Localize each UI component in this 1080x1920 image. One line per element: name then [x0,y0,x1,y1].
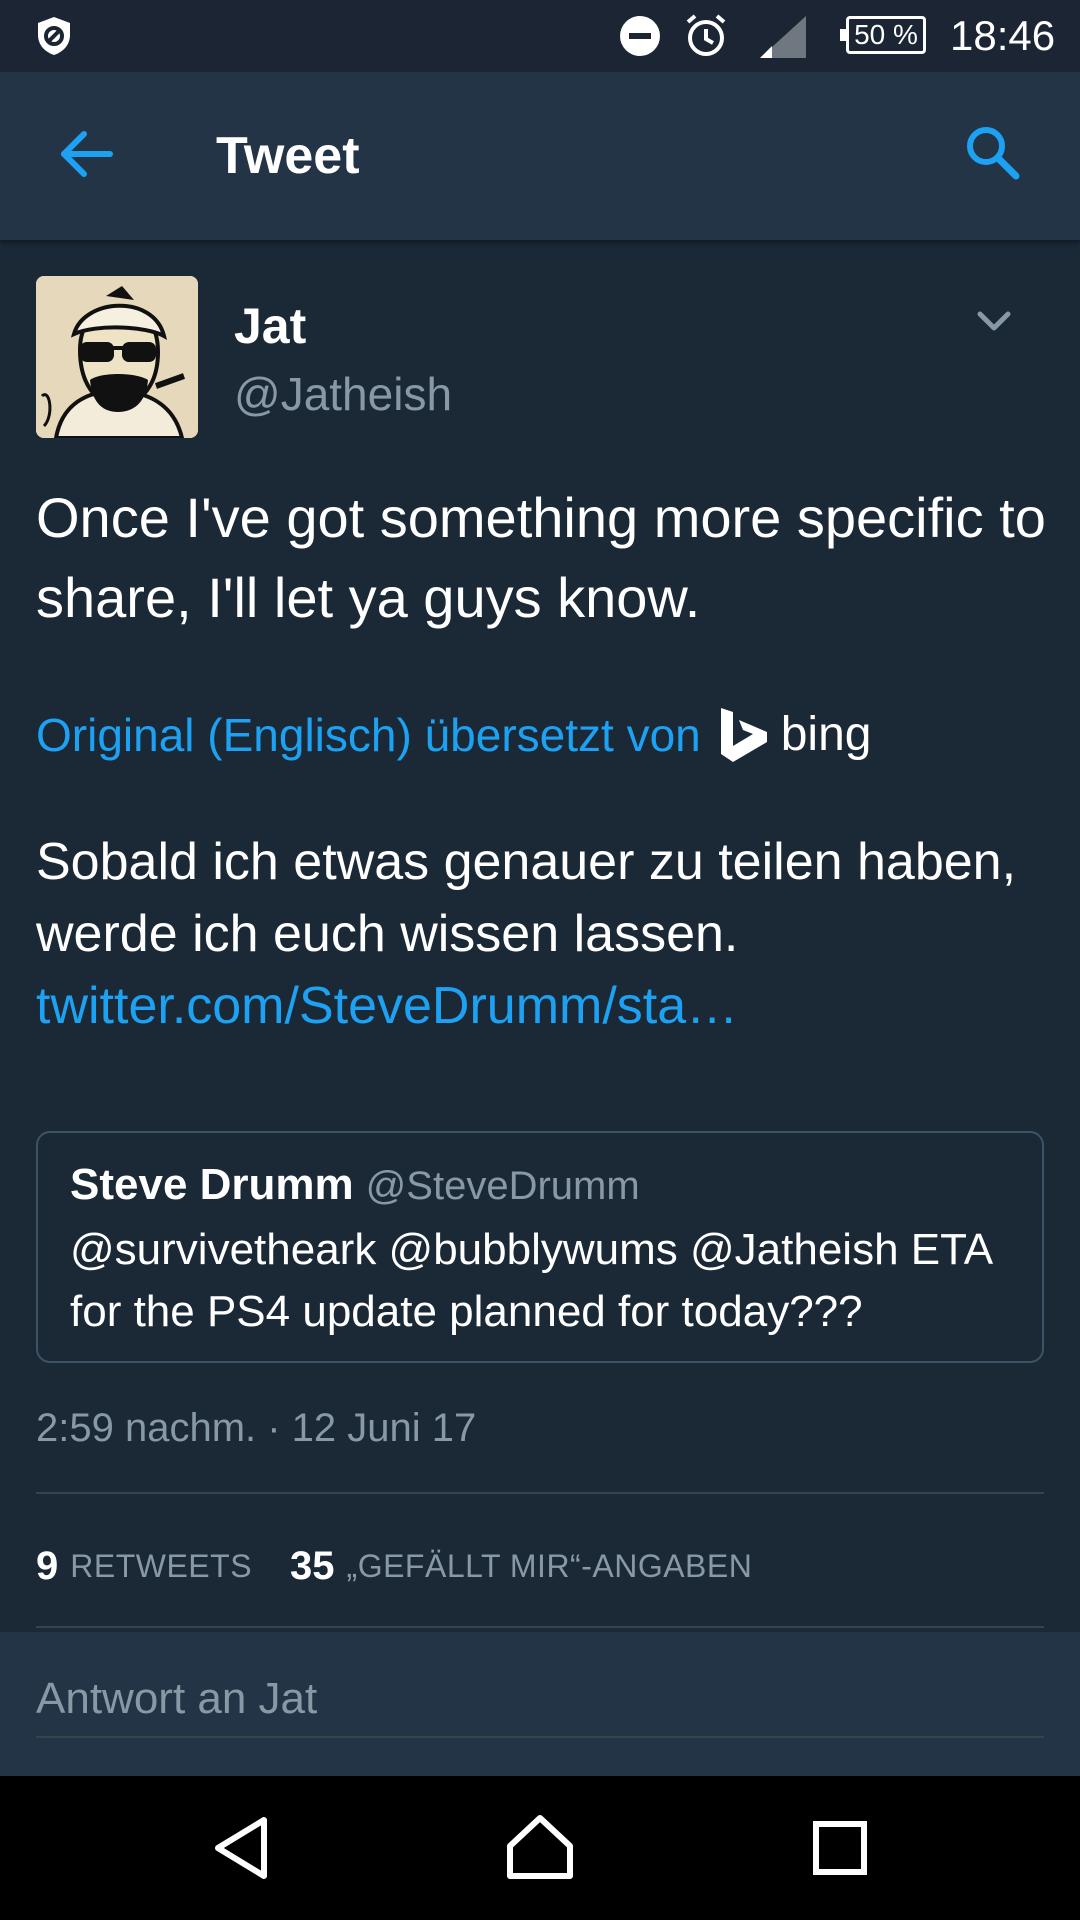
bing-logo: bing [719,700,872,770]
reply-input[interactable] [36,1662,1044,1738]
do-not-disturb-icon [620,16,660,56]
likes-label[interactable]: „GEFÄLLT MIR“-ANGABEN [347,1548,753,1585]
avatar[interactable] [36,276,198,438]
quoted-tweet-header: Steve Drumm @SteveDrumm [70,1157,640,1223]
author-name[interactable]: Jat [234,296,306,356]
status-bar: 50 % 18:46 [0,0,1080,72]
tweet-text: Once I've got something more specific to… [36,486,1046,629]
author-handle[interactable]: @Jatheish [234,366,452,422]
home-nav-icon[interactable] [504,1812,576,1884]
quoted-author-handle: @SteveDrumm [365,1164,640,1208]
app-bar: Tweet [0,72,1080,240]
tweet-link[interactable]: twitter.com/SteveDrumm/sta… [36,970,1046,1042]
translation-text: Sobald ich etwas genauer zu teilen haben… [36,833,1017,963]
tweet-timestamp: 2:59 nachm. · 12 Juni 17 [36,1406,477,1450]
divider [36,1492,1044,1494]
translation-attribution: Original (Englisch) übersetzt von bing [36,700,871,770]
battery-icon: 50 % [840,16,926,54]
back-nav-icon[interactable] [206,1812,278,1884]
search-icon[interactable] [962,122,1022,182]
back-button[interactable] [56,124,116,184]
avatar-illustration [36,276,198,438]
quoted-tweet-text: @survivetheark @bubblywums @Jatheish ETA… [70,1225,991,1336]
signal-icon [760,16,806,58]
clock: 18:46 [950,12,1056,59]
retweets-label[interactable]: RETWEETS [70,1548,252,1585]
quoted-author-name: Steve Drumm [70,1160,354,1209]
translator-name: bing [780,708,872,761]
likes-count[interactable]: 35 [290,1544,335,1589]
reply-bar [0,1632,1080,1776]
bing-icon [720,708,767,762]
tweet-stats: 9 RETWEETS 35 „GEFÄLLT MIR“-ANGABEN [36,1536,752,1596]
alarm-icon [686,14,726,56]
quoted-tweet[interactable]: Steve Drumm @SteveDrumm @survivetheark @b… [36,1131,1044,1363]
retweets-count[interactable]: 9 [36,1544,58,1589]
page-title: Tweet [216,127,360,185]
recents-nav-icon[interactable] [804,1812,876,1884]
shield-icon [38,17,70,55]
chevron-down-icon[interactable] [972,300,1016,344]
system-nav-bar [0,1776,1080,1920]
divider [36,1626,1044,1628]
translation-label[interactable]: Original (Englisch) übersetzt von [36,700,701,770]
translation-text-block: Sobald ich etwas genauer zu teilen haben… [36,826,1046,1042]
